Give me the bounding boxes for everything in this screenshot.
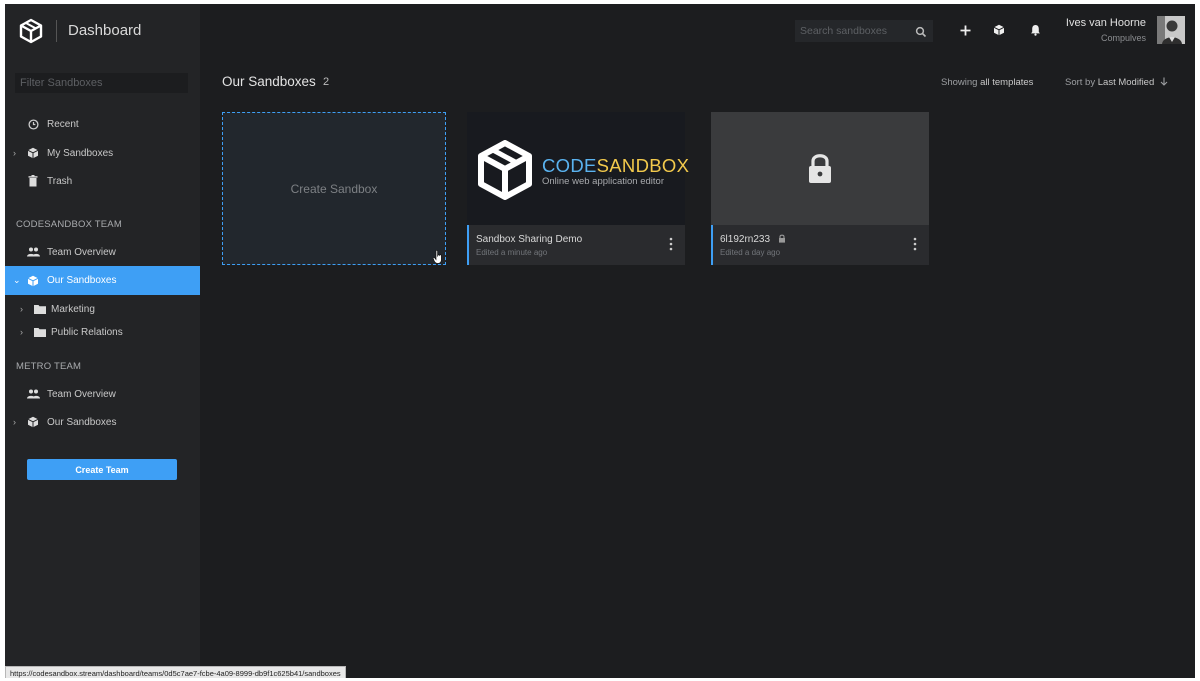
sandbox-name-text: 6l192rn233 xyxy=(720,234,771,245)
avatar[interactable] xyxy=(1157,16,1185,44)
chevron-right-icon[interactable]: › xyxy=(20,304,28,314)
search-icon[interactable] xyxy=(915,25,927,38)
sidebar: Dashboard Recent › My Sandboxes Trash CO… xyxy=(5,4,200,678)
people-icon xyxy=(26,245,40,259)
cube-icon xyxy=(26,415,40,429)
filter-sandboxes-input[interactable] xyxy=(15,73,188,93)
search-box xyxy=(795,20,933,42)
team-heading-codesandbox: CODESANDBOX TEAM xyxy=(16,219,122,230)
create-sandbox-label: Create Sandbox xyxy=(290,181,378,196)
more-vertical-icon[interactable] xyxy=(669,237,673,251)
sort-control[interactable]: Sort by Last Modified xyxy=(1065,77,1168,88)
wordmark-part-sandbox: SANDBOX xyxy=(596,155,690,176)
brand-divider xyxy=(56,20,57,42)
folder-icon xyxy=(33,325,47,339)
user-team: Compulves xyxy=(1100,33,1146,43)
lock-icon xyxy=(807,152,833,184)
sidebar-item-metro-our-sandboxes[interactable]: › Our Sandboxes xyxy=(5,410,200,434)
chevron-right-icon[interactable]: › xyxy=(13,417,21,427)
sort-value[interactable]: Last Modified xyxy=(1098,77,1155,88)
add-icon[interactable] xyxy=(958,23,972,37)
user-name[interactable]: Ives van Hoorne xyxy=(1066,17,1146,29)
template-filter-prefix: Showing xyxy=(941,77,978,88)
thumbnail-wordmark: CODESANDBOX xyxy=(542,155,689,177)
sidebar-item-label: Team Overview xyxy=(47,246,116,258)
sidebar-item-label: Team Overview xyxy=(47,388,116,400)
sandbox-cube-icon[interactable] xyxy=(992,23,1006,37)
more-vertical-icon[interactable] xyxy=(913,237,917,251)
brand-bar: Dashboard xyxy=(5,4,200,60)
create-team-button[interactable]: Create Team xyxy=(27,459,177,480)
sidebar-item-recent[interactable]: Recent xyxy=(5,112,200,136)
sandbox-thumbnail[interactable] xyxy=(711,112,929,225)
sidebar-item-team-overview[interactable]: Team Overview xyxy=(5,240,200,264)
folder-icon xyxy=(33,302,47,316)
sidebar-item-trash[interactable]: Trash xyxy=(5,169,200,193)
cube-icon xyxy=(26,146,40,160)
app-title[interactable]: Dashboard xyxy=(68,22,141,39)
lock-small-icon xyxy=(773,234,786,245)
template-filter[interactable]: Showing all templates xyxy=(941,77,1033,88)
search-input[interactable] xyxy=(795,21,907,41)
chevron-right-icon[interactable]: › xyxy=(20,327,28,337)
chevron-down-icon[interactable]: ⌄ xyxy=(13,275,21,286)
sandbox-name[interactable]: Sandbox Sharing Demo xyxy=(476,234,582,245)
wordmark-part-code: CODE xyxy=(542,155,597,176)
template-filter-value[interactable]: all templates xyxy=(980,77,1033,88)
sidebar-item-my-sandboxes[interactable]: › My Sandboxes xyxy=(5,141,200,165)
clock-icon xyxy=(26,117,40,131)
sandbox-name[interactable]: 6l192rn233 xyxy=(720,234,786,245)
sidebar-item-label: Recent xyxy=(47,118,79,130)
sandbox-edited-time: Edited a minute ago xyxy=(476,248,548,257)
create-sandbox-card[interactable]: Create Sandbox xyxy=(222,112,446,265)
sandbox-edited-time: Edited a day ago xyxy=(720,248,781,257)
thumbnail-subtitle: Online web application editor xyxy=(542,176,664,187)
notification-bell-icon[interactable] xyxy=(1028,23,1042,37)
cube-icon xyxy=(26,274,40,288)
sidebar-folder-label: Public Relations xyxy=(51,326,123,338)
sidebar-item-label: Trash xyxy=(47,175,73,187)
sandbox-thumbnail[interactable]: CODESANDBOX Online web application edito… xyxy=(467,112,689,225)
link-status-bar: https://codesandbox.stream/dashboard/tea… xyxy=(5,666,346,678)
sidebar-folder-label: Marketing xyxy=(51,303,95,315)
sidebar-item-label: My Sandboxes xyxy=(47,147,114,159)
sidebar-folder-marketing[interactable]: › Marketing xyxy=(5,297,200,321)
sidebar-item-label: Our Sandboxes xyxy=(47,416,117,428)
codesandbox-logo-icon[interactable] xyxy=(18,18,44,44)
sandbox-card-info: Sandbox Sharing Demo Edited a minute ago xyxy=(467,225,685,265)
sandbox-count: 2 xyxy=(323,76,330,88)
page-title: Our Sandboxes xyxy=(222,74,316,89)
team-heading-metro: METRO TEAM xyxy=(16,361,82,372)
sidebar-item-our-sandboxes[interactable]: ⌄ Our Sandboxes xyxy=(5,266,200,295)
sidebar-item-label: Our Sandboxes xyxy=(47,275,117,286)
trash-icon xyxy=(26,174,40,188)
app-window: Dashboard Recent › My Sandboxes Trash CO… xyxy=(5,4,1195,678)
people-icon xyxy=(26,387,40,401)
chevron-right-icon[interactable]: › xyxy=(13,148,21,158)
codesandbox-logo-icon xyxy=(477,140,533,200)
sandbox-card-info: 6l192rn233 Edited a day ago xyxy=(711,225,929,265)
sort-prefix: Sort by xyxy=(1065,77,1096,88)
sidebar-folder-public-relations[interactable]: › Public Relations xyxy=(5,320,200,344)
arrow-down-icon[interactable] xyxy=(1157,77,1168,88)
sidebar-item-metro-team-overview[interactable]: Team Overview xyxy=(5,382,200,406)
hand-cursor-icon xyxy=(432,249,443,264)
